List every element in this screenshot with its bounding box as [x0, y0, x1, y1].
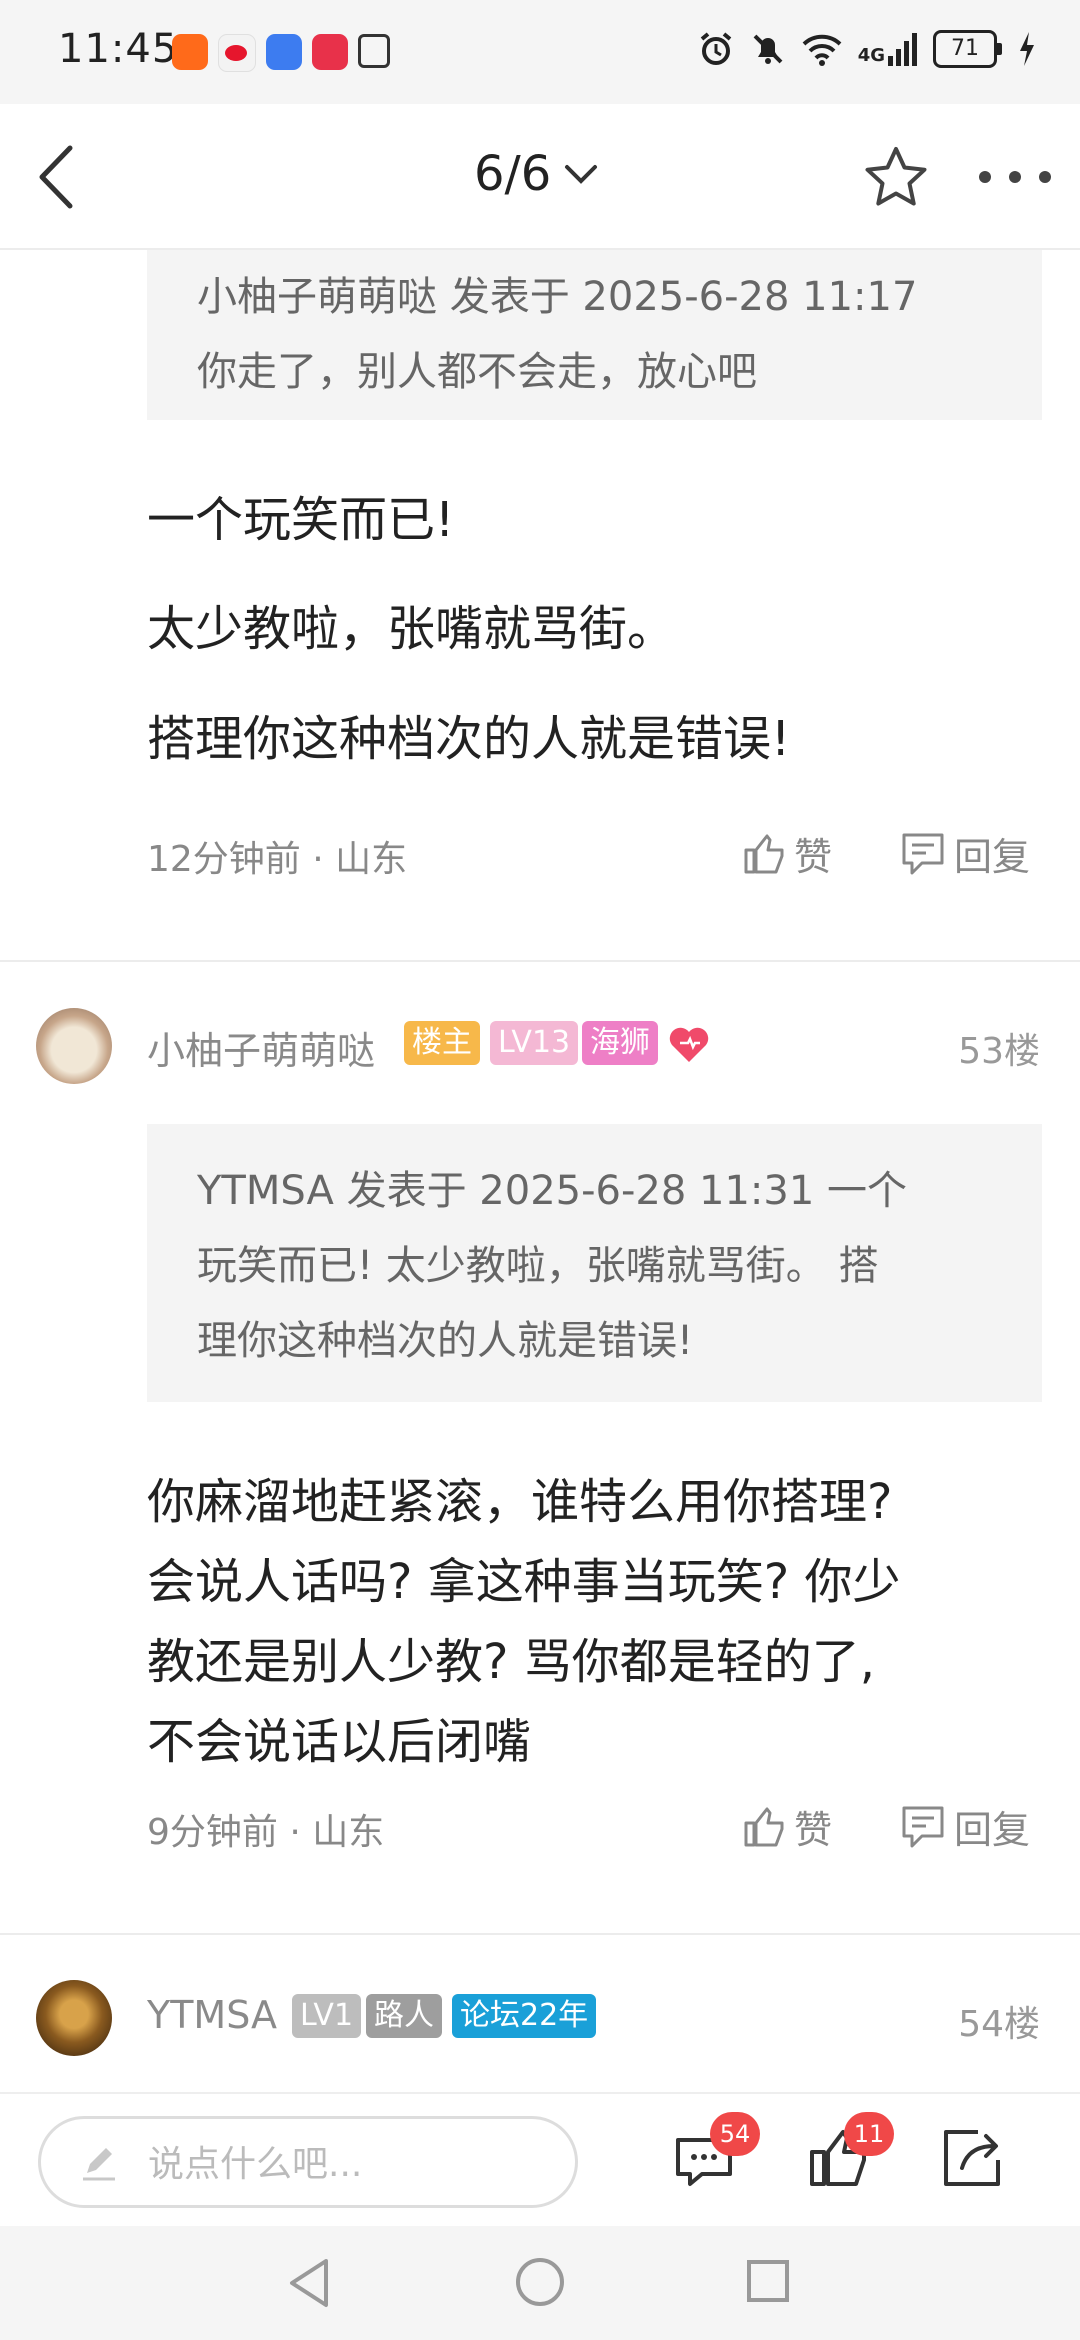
- thumbs-up-icon: [744, 1807, 784, 1846]
- badge-title: 海狮: [582, 1021, 658, 1065]
- share-icon: [944, 2130, 1000, 2186]
- system-back-icon[interactable]: [284, 2256, 334, 2310]
- top-nav-bar: 6/6: [0, 104, 1080, 250]
- chevron-down-icon: [565, 165, 598, 184]
- battery-indicator: 71: [933, 30, 1002, 68]
- post-location: 山东: [312, 1812, 385, 1853]
- badge-title: 路人: [366, 1994, 442, 2038]
- username[interactable]: 小柚子萌萌哒: [147, 1020, 375, 1075]
- post-text: 太少教啦，张嘴就骂街。: [147, 601, 676, 657]
- comment-input[interactable]: [146, 2133, 550, 2195]
- quote-line: 小柚子萌萌哒 发表于 2025-6-28 11:17: [197, 274, 918, 320]
- like-count-badge: 11: [844, 2112, 894, 2156]
- wifi-icon: [802, 34, 842, 66]
- post-time: 12分钟前: [147, 839, 301, 880]
- battery-level: 71: [933, 30, 997, 68]
- like-label: 赞: [794, 1808, 833, 1852]
- comment-input-box[interactable]: [38, 2116, 578, 2208]
- weibo-icon: [218, 34, 256, 72]
- reply-button[interactable]: 回复: [900, 826, 1030, 881]
- status-bar: 11:45 4G 71: [0, 0, 1080, 104]
- signal-icon: [888, 33, 917, 66]
- quote-line: 理你这种档次的人就是错误!: [197, 1318, 694, 1364]
- favorite-star-button[interactable]: [862, 144, 930, 212]
- post-text: 一个玩笑而已!: [147, 492, 455, 548]
- post-line: 你麻溜地赶紧滚，谁特么用你搭理?: [147, 1474, 893, 1530]
- post-meta: 9分钟前 · 山东: [147, 1812, 385, 1853]
- avatar[interactable]: [36, 1980, 112, 2056]
- post-meta: 12分钟前 · 山东: [147, 839, 408, 880]
- system-navigation-bar: [0, 2226, 1080, 2340]
- badge-level: LV13: [490, 1021, 579, 1065]
- reply-label: 回复: [954, 1808, 1031, 1852]
- app-icon: [266, 34, 302, 70]
- reply-label: 回复: [954, 835, 1031, 879]
- mute-icon: [753, 34, 783, 64]
- post-line: 会说人话吗? 拿这种事当玩笑? 你少: [147, 1554, 901, 1610]
- username[interactable]: YTMSA: [147, 1993, 277, 2037]
- avatar[interactable]: [36, 1008, 112, 1084]
- like-button[interactable]: 赞: [742, 826, 832, 881]
- floor-number: 53楼: [958, 1031, 1040, 1072]
- edit-pencil-icon: [83, 2148, 115, 2181]
- bottom-action-bar: 54 11: [0, 2092, 1080, 2228]
- thumbs-up-icon: [744, 834, 784, 873]
- quoted-reply: 小柚子萌萌哒 发表于 2025-6-28 11:17 你走了，别人都不会走，放心…: [147, 250, 1042, 420]
- app-icon: [312, 34, 348, 70]
- comment-count-badge: 54: [710, 2112, 760, 2156]
- page-indicator: 6/6: [474, 146, 552, 202]
- post-line: 教还是别人少教? 骂你都是轻的了,: [147, 1634, 875, 1690]
- post-time: 9分钟前: [147, 1812, 278, 1853]
- badge-owner: 楼主: [404, 1021, 480, 1065]
- quote-line: 玩笑而已! 太少教啦，张嘴就骂街。 搭: [197, 1243, 879, 1289]
- post-line: 不会说话以后闭嘴: [147, 1714, 532, 1770]
- heart-icon: [669, 1027, 709, 1062]
- more-options-button[interactable]: [975, 162, 1055, 192]
- like-label: 赞: [794, 835, 833, 879]
- post-text: 搭理你这种档次的人就是错误!: [147, 711, 791, 767]
- nfc-icon: [358, 34, 390, 68]
- quoted-reply: YTMSA 发表于 2025-6-28 11:31 一个 玩笑而已! 太少教啦，…: [147, 1124, 1042, 1402]
- quote-line: 你走了，别人都不会走，放心吧: [197, 349, 757, 395]
- system-home-icon[interactable]: [514, 2256, 566, 2308]
- network-type: 4G: [857, 45, 885, 66]
- post-text: 你麻溜地赶紧滚，谁特么用你搭理? 会说人话吗? 拿这种事当玩笑? 你少 教还是别…: [147, 1462, 900, 1782]
- taobao-icon: [172, 34, 208, 70]
- comment-icon: [902, 1806, 944, 1847]
- page-selector[interactable]: 6/6: [474, 146, 599, 202]
- like-button[interactable]: 赞: [742, 1799, 832, 1854]
- post-divider: [0, 1933, 1080, 1935]
- alarm-icon: [700, 32, 731, 65]
- status-app-icons: [172, 34, 390, 72]
- comment-icon: [902, 833, 944, 874]
- comments-button[interactable]: 54: [666, 2112, 760, 2198]
- like-post-button[interactable]: 11: [800, 2112, 894, 2198]
- status-indicators: 4G 71: [698, 30, 1036, 68]
- share-button[interactable]: [932, 2118, 1012, 2198]
- charging-icon: [1020, 32, 1034, 66]
- status-time: 11:45: [58, 26, 179, 72]
- post-divider: [0, 960, 1080, 962]
- back-button[interactable]: [28, 142, 88, 212]
- badge-level: LV1: [292, 1994, 362, 2038]
- post-location: 山东: [335, 839, 408, 880]
- floor-number: 54楼: [958, 2004, 1040, 2045]
- badge-forum-age: 论坛22年: [452, 1994, 597, 2038]
- system-recents-icon[interactable]: [745, 2258, 791, 2304]
- quote-line: YTMSA 发表于 2025-6-28 11:31 一个: [197, 1168, 908, 1214]
- reply-button[interactable]: 回复: [900, 1799, 1030, 1854]
